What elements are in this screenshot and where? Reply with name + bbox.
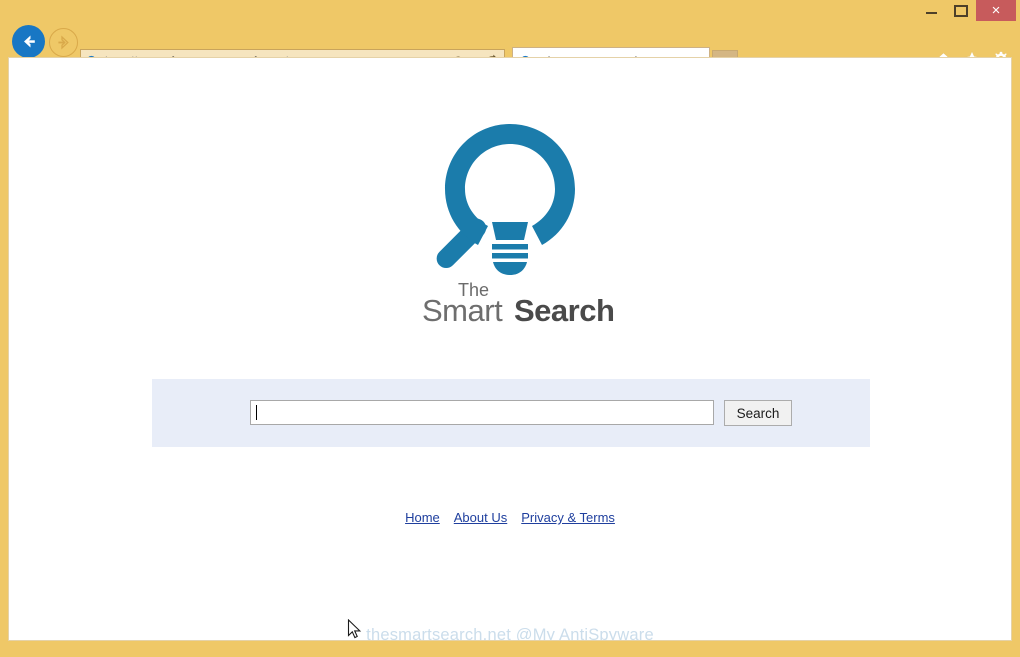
lightbulb-magnifier-icon bbox=[436, 124, 575, 275]
watermark-text: thesmartsearch.net @My AntiSpyware bbox=[366, 626, 654, 641]
footer-link-privacy-terms[interactable]: Privacy & Terms bbox=[521, 510, 615, 525]
search-bar-container: Search bbox=[152, 379, 870, 447]
site-logo: The Smart Search bbox=[9, 118, 1011, 328]
back-arrow-icon bbox=[24, 35, 35, 48]
logo-word-search: Search bbox=[514, 293, 615, 328]
forward-arrow-icon bbox=[58, 35, 69, 50]
search-input[interactable] bbox=[250, 400, 714, 425]
forward-button[interactable] bbox=[49, 28, 78, 57]
search-button[interactable]: Search bbox=[724, 400, 792, 426]
logo-word-smart: Smart bbox=[422, 293, 503, 328]
minimize-button[interactable] bbox=[916, 0, 946, 21]
page-content: The Smart Search Search Home About Us Pr… bbox=[8, 57, 1012, 641]
browser-window: × http://www.thesmartsearch.net/ bbox=[0, 0, 1020, 657]
footer-link-home[interactable]: Home bbox=[405, 510, 440, 525]
logo-wordmark: The Smart Search bbox=[420, 280, 615, 328]
back-button[interactable] bbox=[12, 25, 45, 58]
maximize-button[interactable] bbox=[946, 0, 976, 21]
maximize-icon bbox=[954, 4, 968, 17]
footer-link-about-us[interactable]: About Us bbox=[454, 510, 507, 525]
minimize-icon bbox=[925, 12, 937, 14]
text-caret bbox=[256, 405, 257, 420]
title-bar: × bbox=[0, 0, 1020, 22]
close-window-button[interactable]: × bbox=[976, 0, 1016, 21]
footer-links: Home About Us Privacy & Terms bbox=[9, 510, 1011, 525]
close-icon: × bbox=[991, 2, 1001, 19]
navigation-row: http://www.thesmartsearch.net/ bbox=[0, 22, 1020, 76]
